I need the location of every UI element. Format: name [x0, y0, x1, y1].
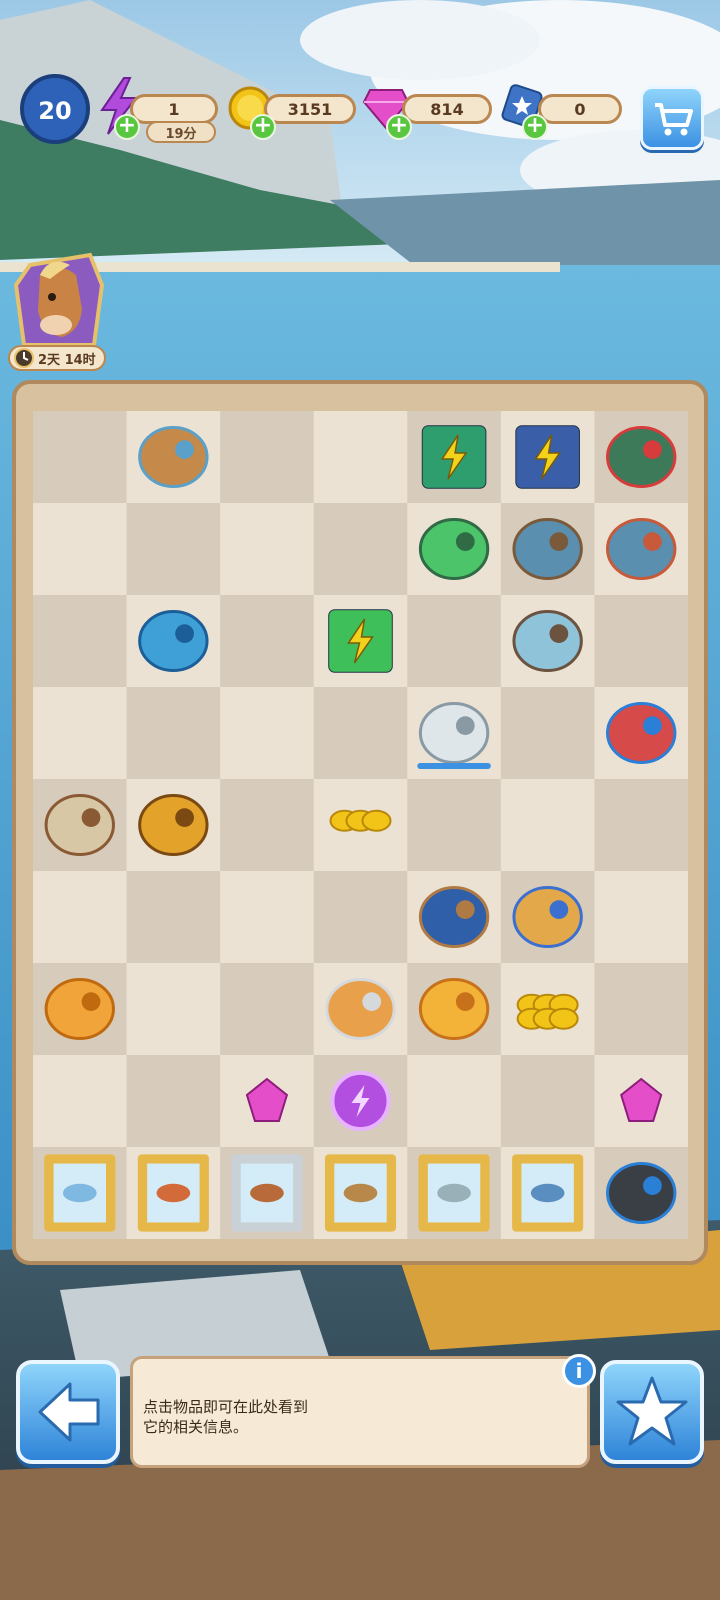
fishing-stand[interactable]: [138, 426, 209, 488]
fishing-hat[interactable]: [418, 978, 490, 1040]
board-cell[interactable]: [220, 687, 315, 780]
info-text: 点击物品即可在此处看到 它的相关信息。: [143, 1397, 523, 1437]
board-cell[interactable]: [33, 871, 128, 964]
info-line-1: 点击物品即可在此处看到: [143, 1398, 309, 1416]
info-line-2: 它的相关信息。: [143, 1418, 249, 1436]
board-cell[interactable]: [220, 871, 315, 964]
board-cell[interactable]: [126, 871, 221, 964]
shop-cart-button[interactable]: [640, 86, 704, 150]
gem-value: 814: [430, 99, 464, 119]
star-value: 0: [574, 99, 586, 119]
board-cell[interactable]: [220, 595, 315, 688]
horse-portrait-icon: [13, 252, 105, 347]
swordfish-picture[interactable]: [512, 1154, 584, 1232]
raincoat[interactable]: [138, 794, 209, 856]
add-gems-button[interactable]: +: [386, 114, 412, 140]
coin-value: 3151: [287, 99, 333, 119]
level-number: 20: [38, 97, 72, 125]
pike-picture[interactable]: [418, 1154, 490, 1232]
display-case-progress: [417, 763, 491, 769]
glass-display-case[interactable]: [418, 702, 490, 764]
add-energy-button[interactable]: +: [114, 114, 140, 140]
merge-board: [33, 411, 688, 1239]
top-hud: 20 1 19分 + 3151 + 814 + 0 +: [0, 0, 720, 150]
energy-orb[interactable]: [330, 1070, 391, 1132]
board-cell[interactable]: [220, 503, 315, 596]
energy-pack[interactable]: [328, 609, 393, 673]
gem-counter: 814: [402, 94, 492, 124]
eel-picture[interactable]: [44, 1154, 116, 1232]
board-cell[interactable]: [594, 779, 688, 872]
board-cell[interactable]: [126, 1055, 221, 1148]
item-info-panel: 点击物品即可在此处看到 它的相关信息。: [130, 1356, 590, 1468]
feather-duster[interactable]: [44, 978, 115, 1040]
board-cell[interactable]: [594, 963, 688, 1056]
energy-timer-text: 19分: [165, 126, 197, 142]
pond-grass[interactable]: [512, 518, 583, 580]
flounder-picture[interactable]: [324, 1154, 397, 1232]
board-cell[interactable]: [500, 779, 595, 872]
add-coins-button[interactable]: +: [250, 114, 276, 140]
energy-counter: 1: [130, 94, 218, 124]
board-cell[interactable]: [407, 1055, 502, 1148]
sponge-with-bow[interactable]: [512, 886, 583, 948]
fish-trophy[interactable]: [325, 978, 396, 1040]
star-icon: [616, 1376, 688, 1446]
board-cell[interactable]: [126, 687, 221, 780]
brush-and-comb[interactable]: [44, 794, 115, 856]
board-cell[interactable]: [33, 595, 128, 688]
event-timer-text: 2天 14时: [38, 352, 96, 368]
board-cell[interactable]: [126, 503, 221, 596]
board-cell[interactable]: [220, 411, 315, 504]
back-button[interactable]: [16, 1360, 120, 1464]
energy-value: 1: [168, 99, 180, 119]
scorpionfish-picture[interactable]: [231, 1154, 303, 1232]
board-cell[interactable]: [126, 963, 221, 1056]
board-cell[interactable]: [500, 687, 595, 780]
favorite-button[interactable]: [600, 1360, 704, 1464]
grooming-brush[interactable]: [418, 886, 490, 948]
blue-star-shape[interactable]: [138, 610, 209, 672]
board-cell[interactable]: [594, 595, 688, 688]
star-counter: 0: [538, 94, 622, 124]
small-pond[interactable]: [512, 610, 583, 672]
info-button[interactable]: i: [562, 1354, 596, 1388]
board-cell[interactable]: [33, 1055, 128, 1148]
cart-icon: [655, 103, 693, 136]
fishing-net[interactable]: [606, 426, 677, 488]
board-cell[interactable]: [313, 503, 408, 596]
board-cell[interactable]: [33, 687, 128, 780]
add-stars-button[interactable]: +: [522, 114, 548, 140]
fishing-lure[interactable]: [418, 518, 490, 580]
board-cell[interactable]: [313, 411, 408, 504]
red-fish-picture[interactable]: [137, 1154, 209, 1232]
board-cell[interactable]: [500, 1055, 595, 1148]
level-badge[interactable]: 20: [20, 74, 90, 144]
board-cell[interactable]: [407, 595, 502, 688]
board-cell[interactable]: [407, 779, 502, 872]
arrow-left-icon: [38, 1382, 100, 1442]
energy-tackle-box[interactable]: [421, 425, 487, 489]
board-cell[interactable]: [313, 687, 408, 780]
board-cell[interactable]: [220, 963, 315, 1056]
board-cell[interactable]: [594, 871, 688, 964]
coin-pile-small[interactable]: [329, 809, 392, 832]
event-timer: 2天 14时: [8, 345, 106, 371]
board-cell[interactable]: [33, 503, 128, 596]
energy-cabinet[interactable]: [515, 425, 580, 489]
coin-pile-large[interactable]: [516, 993, 579, 1030]
board-cell[interactable]: [33, 411, 128, 504]
thread-spools[interactable]: [606, 702, 677, 764]
board-cell[interactable]: [220, 779, 315, 872]
board-cell[interactable]: [313, 871, 408, 964]
clock-icon: [14, 348, 34, 368]
energy-timer: 19分: [146, 121, 216, 143]
camera[interactable]: [606, 1162, 677, 1224]
coin-counter: 3151: [264, 94, 356, 124]
pond-rock[interactable]: [606, 518, 677, 580]
